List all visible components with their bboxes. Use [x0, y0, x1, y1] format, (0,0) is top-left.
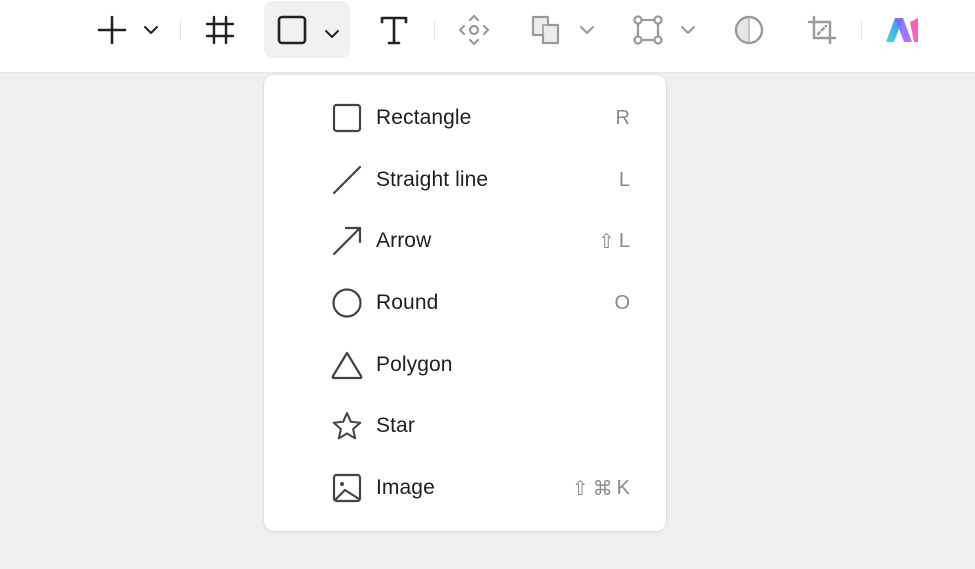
shortcut-key: R — [615, 106, 630, 129]
toolbar-divider — [434, 20, 435, 40]
mask-button[interactable] — [731, 12, 767, 48]
menu-item-label: Polygon — [376, 353, 453, 376]
shortcut-hint: O — [614, 292, 630, 315]
toolbar-divider — [861, 20, 862, 40]
menu-item-arrow[interactable]: Arrow ⇧ L — [264, 216, 666, 266]
rectangle-icon — [330, 101, 364, 135]
component-move-icon — [458, 14, 490, 46]
circle-icon — [330, 286, 364, 320]
chevron-down-icon — [144, 26, 158, 34]
menu-item-straight-line[interactable]: Straight line L — [264, 155, 666, 205]
rectangle-icon — [277, 15, 307, 45]
crop-button[interactable] — [804, 12, 840, 48]
vector-button[interactable] — [630, 12, 666, 48]
shortcut-key: K — [616, 476, 630, 499]
shape-menu: Rectangle R Straight line L Arrow ⇧ L Ro… — [264, 75, 666, 531]
shape-tool-button[interactable] — [264, 1, 350, 58]
menu-item-label: Image — [376, 476, 435, 499]
arrow-icon — [330, 224, 364, 258]
frame-button[interactable] — [200, 12, 240, 48]
menu-item-rectangle[interactable]: Rectangle R — [264, 93, 666, 143]
menu-item-image[interactable]: Image ⇧ ⌘ K — [264, 463, 666, 513]
chevron-down-icon — [681, 26, 695, 34]
shortcut-key: L — [618, 229, 630, 252]
toolbar-divider — [180, 20, 181, 40]
star-icon — [330, 409, 364, 443]
boolean-dropdown-button[interactable] — [576, 18, 598, 42]
vector-path-icon — [633, 15, 663, 45]
command-key-icon: ⌘ — [592, 477, 613, 500]
menu-item-round[interactable]: Round O — [264, 278, 666, 328]
crop-icon — [807, 15, 837, 45]
add-button[interactable] — [92, 12, 132, 48]
text-icon — [380, 16, 408, 45]
ai-assistant-button[interactable] — [882, 14, 922, 46]
polygon-icon — [330, 348, 364, 382]
chevron-down-icon — [325, 30, 339, 38]
boolean-button[interactable] — [528, 12, 564, 48]
menu-item-label: Round — [376, 291, 439, 314]
text-tool-button[interactable] — [374, 12, 414, 48]
line-icon — [330, 163, 364, 197]
component-button[interactable] — [456, 12, 492, 48]
menu-item-label: Arrow — [376, 229, 432, 252]
chevron-down-icon — [580, 26, 594, 34]
boolean-union-icon — [531, 15, 560, 45]
menu-item-label: Straight line — [376, 168, 489, 191]
shift-key-icon: ⇧ — [598, 230, 615, 253]
image-icon — [330, 471, 364, 505]
shortcut-hint: ⇧ ⌘ K — [572, 476, 630, 501]
shortcut-key: L — [618, 168, 630, 191]
menu-item-label: Star — [376, 414, 415, 437]
mask-icon — [734, 15, 764, 45]
toolbar — [0, 0, 975, 73]
shortcut-hint: L — [619, 169, 630, 192]
shortcut-key: O — [614, 291, 630, 314]
shortcut-hint: R — [616, 107, 630, 130]
plus-icon — [97, 15, 127, 45]
shift-key-icon: ⇧ — [571, 477, 589, 500]
menu-item-polygon[interactable]: Polygon — [264, 340, 666, 390]
vector-dropdown-button[interactable] — [677, 18, 699, 42]
add-dropdown-button[interactable] — [140, 18, 162, 42]
menu-item-star[interactable]: Star — [264, 401, 666, 451]
ai-logo-icon — [886, 18, 918, 42]
shortcut-hint: ⇧ L — [598, 229, 630, 254]
frame-icon — [205, 15, 235, 45]
menu-item-label: Rectangle — [376, 106, 472, 129]
